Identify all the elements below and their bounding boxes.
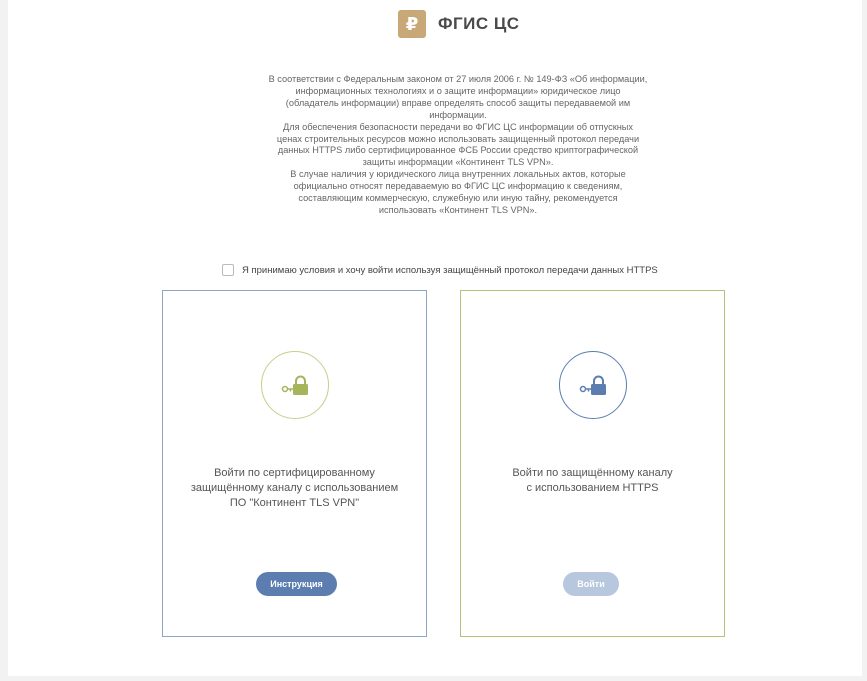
card-https-text: Войти по защищённому каналу с использова… (471, 466, 714, 496)
ruble-logo-icon: ₽ (398, 10, 426, 38)
logo-glyph: ₽ (405, 13, 419, 34)
intro-text: В соответствии с Федеральным законом от … (233, 74, 683, 217)
agree-checkbox[interactable] (222, 264, 234, 276)
agree-row[interactable]: Я принимаю условия и хочу войти использу… (222, 264, 658, 276)
intro-line: данных HTTPS либо сертифицированное ФСБ … (277, 145, 639, 156)
instruction-button[interactable]: Инструкция (256, 572, 337, 596)
card-vpn-line: защищённому каналу с использованием (190, 482, 399, 494)
agree-label[interactable]: Я принимаю условия и хочу войти использу… (242, 265, 658, 276)
card-vpn-line: ПО "Континент TLS VPN" (229, 497, 360, 509)
login-button[interactable]: Войти (563, 572, 619, 596)
intro-line: официально относят передаваемую во ФГИС … (293, 181, 623, 192)
card-vpn-line: Войти по сертифицированному (214, 467, 375, 479)
intro-line: информационных технологиях и о защите ин… (295, 85, 621, 96)
card-vpn: Войти по сертифицированному защищённому … (162, 290, 427, 637)
vpn-lock-icon (261, 351, 329, 419)
intro-line: (обладатель информации) вправе определят… (285, 97, 631, 108)
card-https-line: с использованием HTTPS (526, 482, 659, 494)
intro-line: составляющим коммерческую, служебную или… (298, 193, 618, 204)
intro-line: ценах строительных ресурсов можно исполь… (276, 133, 640, 144)
intro-line: защиты информации «Континент TLS VPN». (362, 157, 554, 168)
app-title: ФГИС ЦС (438, 14, 520, 33)
intro-line: Для обеспечения безопасности передачи во… (282, 121, 634, 132)
intro-line: использовать «Континент TLS VPN». (378, 204, 538, 215)
card-vpn-text: Войти по сертифицированному защищённому … (173, 466, 416, 511)
intro-line: В случае наличия у юридического лица вну… (290, 169, 626, 180)
header: ₽ ФГИС ЦС (398, 8, 520, 40)
https-lock-icon (559, 351, 627, 419)
page: ₽ ФГИС ЦС В соответствии с Федеральным з… (8, 0, 862, 676)
card-https-line: Войти по защищённому каналу (512, 467, 673, 479)
card-https: Войти по защищённому каналу с использова… (460, 290, 725, 637)
intro-line: информации. (429, 109, 487, 120)
intro-line: В соответствии с Федеральным законом от … (268, 74, 648, 84)
